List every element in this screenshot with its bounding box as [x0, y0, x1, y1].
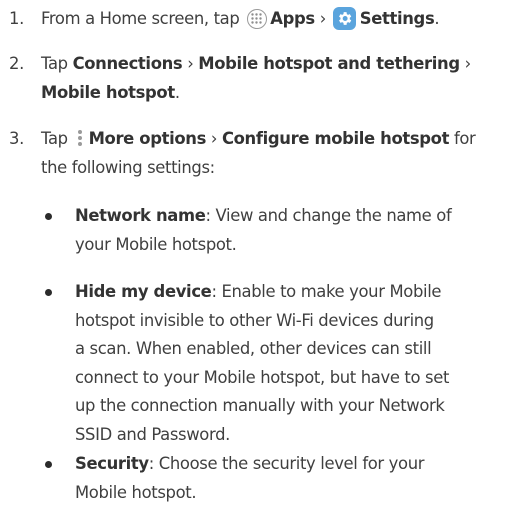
- bullet-dot: [45, 213, 52, 220]
- more-options-icon: [77, 129, 83, 147]
- bullet-term: Network name: [75, 206, 206, 225]
- bullet-dot: [45, 289, 52, 296]
- chevron-separator: ›: [319, 9, 327, 28]
- list-item: Hide my device: Enable to make your Mobi…: [45, 278, 520, 449]
- bullet-term: Hide my device: [75, 282, 212, 301]
- step-number: 2.: [9, 54, 24, 73]
- list-item: Security: Choose the security level for …: [45, 450, 520, 507]
- connections-label: Connections: [72, 54, 183, 73]
- apps-grid-icon: [247, 9, 268, 29]
- apps-label: Apps: [270, 9, 315, 28]
- step-number: 1.: [9, 9, 24, 28]
- step-text: Tap: [41, 54, 68, 73]
- step-text: From a Home screen, tap: [41, 9, 240, 28]
- step-text: Tap: [41, 129, 68, 148]
- list-item: Network name: View and change the name o…: [45, 202, 520, 259]
- chevron-separator: ›: [187, 54, 194, 73]
- mobile-hotspot-and-tethering-label: Mobile hotspot and tethering: [198, 54, 460, 73]
- more-options-label: More options: [88, 129, 207, 148]
- chevron-separator: ›: [464, 54, 472, 73]
- bullet-term: Security: [75, 454, 149, 473]
- step-number: 3.: [9, 129, 24, 148]
- instructions-page: 1. From a Home screen, tap Apps › Settin…: [0, 0, 527, 511]
- configure-mobile-hotspot-label: Configure mobile hotspot: [221, 129, 450, 148]
- mobile-hotspot-label: Mobile hotspot: [41, 82, 175, 102]
- chevron-separator: ›: [210, 129, 218, 148]
- gear-icon: [332, 7, 356, 30]
- settings-label: Settings: [359, 9, 435, 28]
- bullet-dot: [45, 461, 52, 468]
